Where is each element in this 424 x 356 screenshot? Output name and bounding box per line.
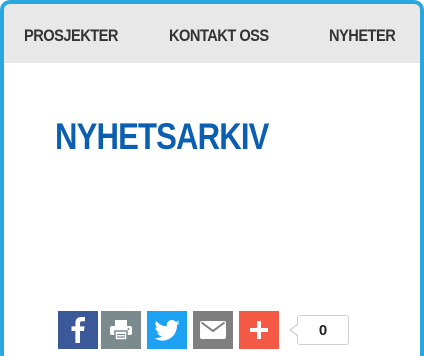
share-count-pointer-fill bbox=[291, 325, 298, 335]
nav-item-prosjekter[interactable]: PROSJEKTER bbox=[24, 26, 118, 46]
top-navigation: PROSJEKTER KONTAKT OSS NYHETER bbox=[4, 4, 420, 63]
print-icon bbox=[110, 320, 132, 340]
more-share-button[interactable] bbox=[239, 311, 279, 349]
twitter-share-button[interactable] bbox=[147, 311, 187, 349]
page-frame: PROSJEKTER KONTAKT OSS NYHETER NYHETSARK… bbox=[0, 0, 424, 356]
email-icon bbox=[200, 321, 226, 339]
twitter-icon bbox=[154, 319, 180, 341]
plus-icon bbox=[250, 321, 268, 339]
print-button[interactable] bbox=[101, 311, 141, 349]
email-share-button[interactable] bbox=[193, 311, 233, 349]
share-count: 0 bbox=[297, 315, 349, 345]
facebook-share-button[interactable] bbox=[58, 311, 98, 349]
page-title: NYHETSARKIV bbox=[55, 116, 269, 157]
nav-item-kontakt-oss[interactable]: KONTAKT OSS bbox=[169, 26, 269, 46]
nav-item-nyheter[interactable]: NYHETER bbox=[329, 26, 396, 46]
facebook-icon bbox=[71, 317, 85, 343]
